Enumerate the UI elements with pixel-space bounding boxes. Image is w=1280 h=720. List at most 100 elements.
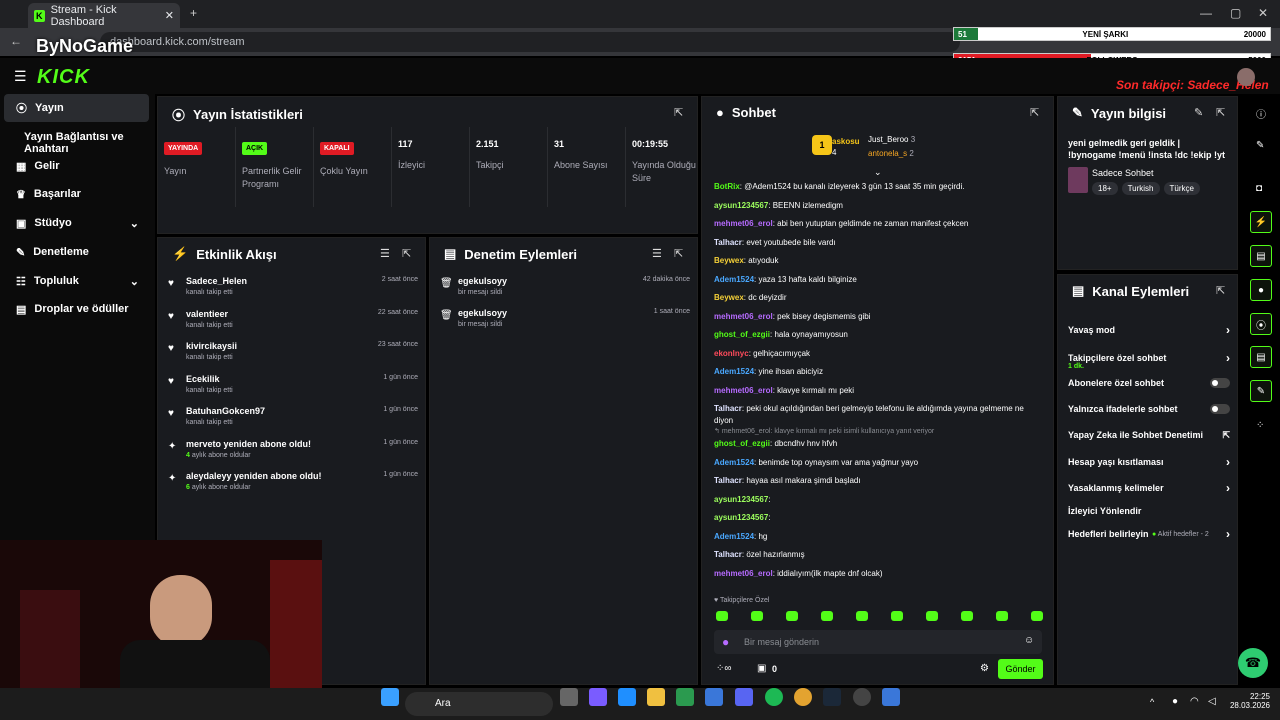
- chat-username[interactable]: aysun1234567: [714, 201, 768, 210]
- channel-action-row[interactable]: Yavaş mod ›: [1068, 322, 1230, 338]
- mic-icon[interactable]: ●: [722, 635, 729, 649]
- chat-username[interactable]: Talhacr: [714, 550, 742, 559]
- document-icon[interactable]: ▤: [1250, 245, 1272, 267]
- new-tab-icon[interactable]: +: [190, 6, 197, 20]
- maximize-icon[interactable]: ▢: [1230, 6, 1241, 20]
- emoji-icon[interactable]: ☺: [1024, 635, 1034, 646]
- chat-username[interactable]: ekonlnyc: [714, 349, 749, 358]
- channel-action-row[interactable]: Yasaklanmış kelimeler ›: [1068, 480, 1230, 496]
- steam-icon[interactable]: [823, 688, 841, 706]
- chat-username[interactable]: BotRix: [714, 182, 740, 191]
- chat-username[interactable]: Talhacr: [714, 238, 742, 247]
- popout-icon[interactable]: ⇱: [1030, 106, 1039, 119]
- tray-chevron-icon[interactable]: ^: [1150, 697, 1154, 707]
- expand-icon[interactable]: ⌄: [874, 167, 882, 178]
- channel-action-row[interactable]: Abonelere özel sohbet: [1068, 375, 1230, 391]
- search-input[interactable]: Ara: [405, 692, 553, 716]
- emote-icon[interactable]: [996, 611, 1008, 621]
- close-window-icon[interactable]: ✕: [1258, 6, 1268, 20]
- popout-icon[interactable]: ⇱: [674, 106, 683, 119]
- folder-icon[interactable]: [647, 688, 665, 706]
- chat-username[interactable]: ghost_of_ezgii: [714, 330, 770, 339]
- copilot-icon[interactable]: [589, 688, 607, 706]
- wrench-icon[interactable]: ✎: [1250, 380, 1272, 402]
- popout-icon[interactable]: ⇱: [402, 247, 411, 260]
- send-button[interactable]: Gönder: [998, 659, 1043, 679]
- emote-icon[interactable]: [821, 611, 833, 621]
- app-icon[interactable]: [882, 688, 900, 706]
- chat-input[interactable]: ● Bir mesaj gönderin ☺: [714, 630, 1042, 654]
- chat-username[interactable]: ghost_of_ezgii: [714, 439, 770, 448]
- chat-username[interactable]: mehmet06_erol: [714, 386, 773, 395]
- chat-username[interactable]: Adem1524: [714, 458, 754, 467]
- chat-username[interactable]: mehmet06_erol: [714, 219, 773, 228]
- url-input[interactable]: dashboard.kick.com/stream: [100, 32, 960, 52]
- sidebar-item-yayin[interactable]: ⦿ Yayın: [4, 94, 149, 122]
- toggle-switch[interactable]: [1210, 404, 1230, 414]
- chat-username[interactable]: Beywex: [714, 256, 744, 265]
- emote-icon[interactable]: [856, 611, 868, 621]
- obs-icon[interactable]: [853, 688, 871, 706]
- channel-action-row[interactable]: Takipçilere özel sohbet 1 dk. ›: [1068, 350, 1230, 370]
- sidebar-item-droplar[interactable]: ▤ Droplar ve ödüller: [4, 295, 149, 323]
- sidebar-item-topluluk[interactable]: ☷ Topluluk ⌄: [4, 267, 149, 295]
- chat-username[interactable]: Beywex: [714, 293, 744, 302]
- emote-icon[interactable]: [961, 611, 973, 621]
- menu-icon[interactable]: ☰: [14, 68, 27, 85]
- gift-icon[interactable]: ▣: [757, 663, 766, 674]
- app-icon[interactable]: [676, 688, 694, 706]
- sidebar-item-studyo[interactable]: ▣ Stüdyo ⌄: [4, 209, 149, 237]
- toggle-switch[interactable]: [1210, 378, 1230, 388]
- popout-icon[interactable]: ⇱: [674, 247, 683, 260]
- mic-icon[interactable]: ●: [1172, 696, 1178, 707]
- back-icon[interactable]: ←: [10, 34, 22, 48]
- bolt-icon[interactable]: ⚡: [1250, 211, 1272, 233]
- broadcast-icon[interactable]: ⦿: [1250, 313, 1272, 335]
- close-tab-icon[interactable]: ✕: [165, 9, 174, 22]
- sidebar-item-gelir[interactable]: ▦ Gelir: [4, 152, 149, 180]
- emote-icon[interactable]: [891, 611, 903, 621]
- discord-icon[interactable]: [735, 688, 753, 706]
- emote-icon[interactable]: [926, 611, 938, 621]
- sidebar-item-basarilar[interactable]: ♛ Başarılar: [4, 180, 149, 208]
- points-icon[interactable]: ⁘∞: [716, 663, 732, 674]
- emote-icon[interactable]: [786, 611, 798, 621]
- avatar[interactable]: [1237, 68, 1255, 86]
- mail-icon[interactable]: [705, 688, 723, 706]
- kick-logo[interactable]: KICK: [37, 66, 90, 89]
- emote-icon[interactable]: [716, 611, 728, 621]
- chat-username[interactable]: mehmet06_erol: [714, 312, 773, 321]
- chrome-icon[interactable]: [794, 688, 812, 706]
- spotify-icon[interactable]: [765, 688, 783, 706]
- points-icon[interactable]: ⁘: [1256, 420, 1264, 431]
- chat-username[interactable]: Adem1524: [714, 275, 754, 284]
- channel-action-row[interactable]: Yalnızca ifadelerle sohbet: [1068, 401, 1230, 417]
- channel-action-row[interactable]: Hesap yaşı kısıtlaması ›: [1068, 454, 1230, 470]
- channel-action-row[interactable]: Yapay Zeka ile Sohbet Denetimi ⇱: [1068, 427, 1230, 443]
- wifi-icon[interactable]: ◠: [1190, 696, 1199, 707]
- camera-icon[interactable]: ◘: [1256, 183, 1262, 194]
- volume-icon[interactable]: ◁: [1208, 696, 1216, 707]
- chat-username[interactable]: Adem1524: [714, 532, 754, 541]
- chat-username[interactable]: Adem1524: [714, 367, 754, 376]
- help-icon[interactable]: ☎: [1238, 648, 1268, 678]
- sidebar-item-denetleme[interactable]: ✎ Denetleme: [4, 238, 149, 266]
- chat-icon[interactable]: ●: [1250, 279, 1272, 301]
- emote-icon[interactable]: [751, 611, 763, 621]
- emote-icon[interactable]: [1031, 611, 1043, 621]
- taskview-icon[interactable]: [560, 688, 578, 706]
- minimize-icon[interactable]: —: [1200, 6, 1212, 20]
- info-icon[interactable]: ⓘ: [1256, 106, 1266, 121]
- edge-icon[interactable]: [618, 688, 636, 706]
- settings-icon[interactable]: ⚙: [980, 663, 989, 674]
- channel-action-row[interactable]: Hedefleri belirleyin ● Aktif hedefler - 2…: [1068, 526, 1230, 542]
- start-icon[interactable]: [381, 688, 399, 706]
- chat-username[interactable]: Talhacr: [714, 476, 742, 485]
- chat-username[interactable]: Talhacr: [714, 404, 742, 413]
- edit-icon[interactable]: ✎: [1194, 106, 1203, 119]
- channel-action-row[interactable]: İzleyici Yönlendir: [1068, 503, 1230, 519]
- filter-icon[interactable]: ☰: [380, 247, 390, 260]
- filter-icon[interactable]: ☰: [652, 247, 662, 260]
- chat-username[interactable]: mehmet06_erol: [714, 569, 773, 578]
- popout-icon[interactable]: ⇱: [1216, 106, 1225, 119]
